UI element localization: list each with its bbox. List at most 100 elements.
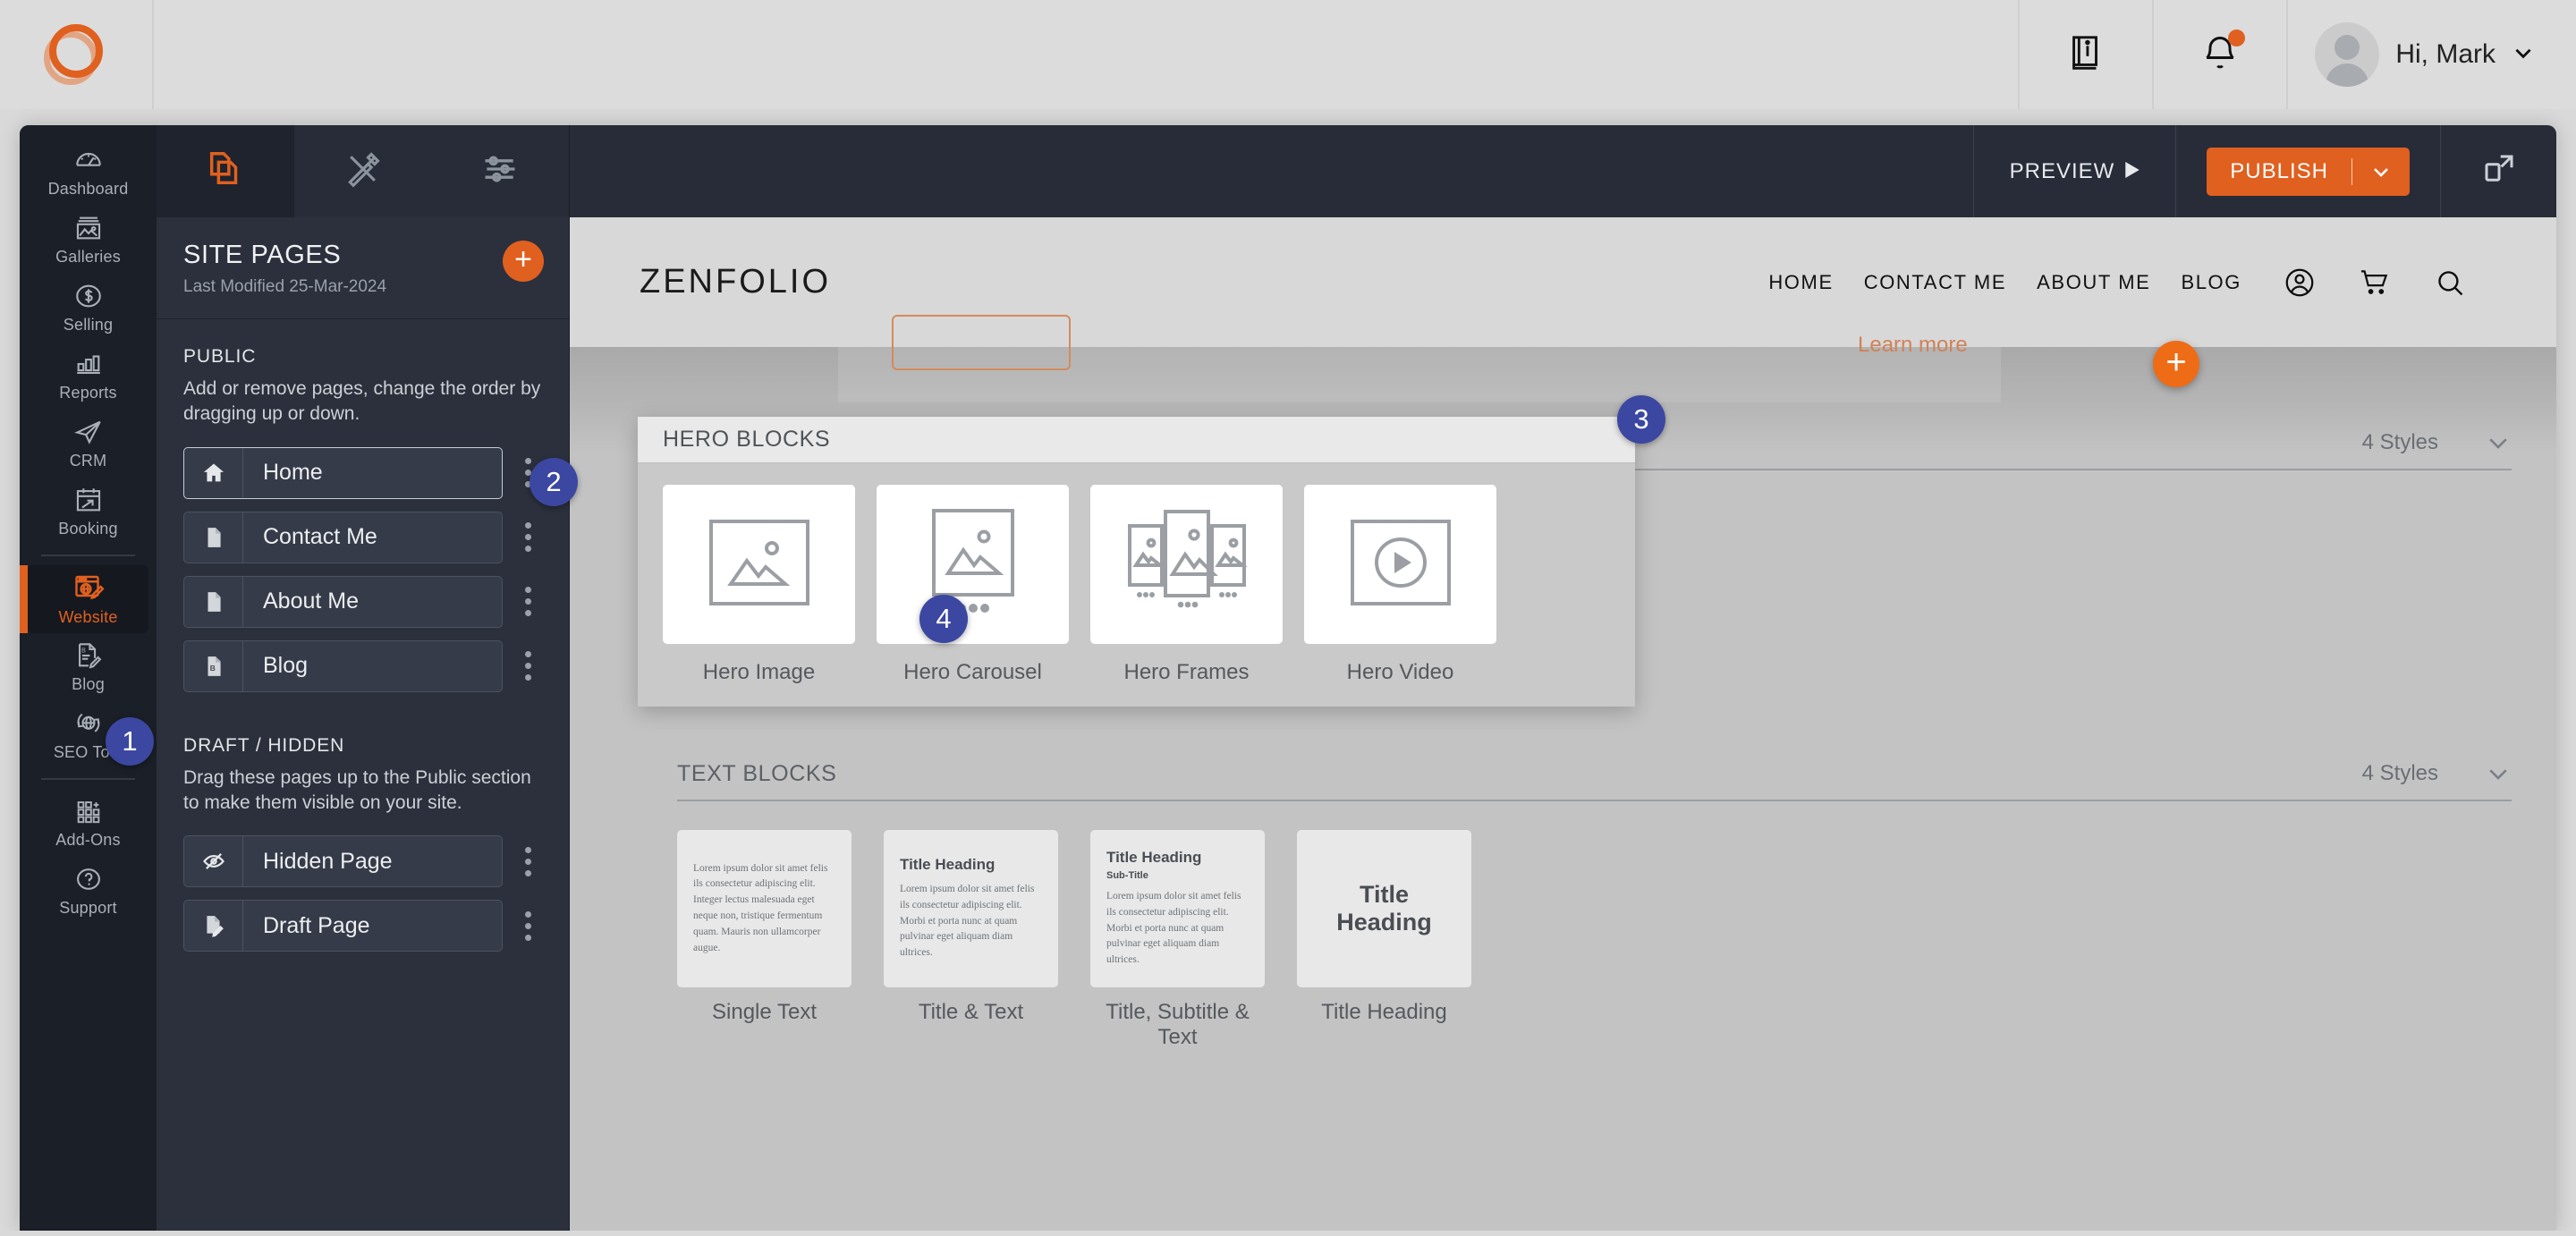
hero-blocks-title: HERO BLOCKS [663, 427, 831, 452]
publish-button[interactable]: PUBLISH [2207, 147, 2410, 196]
help-button[interactable] [2018, 0, 2152, 109]
list-item[interactable]: Home [157, 446, 569, 499]
title-heading-thumbnail[interactable]: Title Heading [1297, 830, 1471, 987]
svg-text:B: B [209, 664, 215, 673]
tab-design[interactable] [294, 125, 432, 217]
text-block-title-subtitle-text[interactable]: Title Heading Sub-Title Lorem ipsum dolo… [1090, 830, 1265, 1050]
page-label: Contact Me [263, 524, 377, 550]
site-nav-link-home[interactable]: HOME [1768, 271, 1833, 294]
chevron-down-icon[interactable] [2512, 41, 2535, 69]
hero-video-thumbnail[interactable] [1304, 485, 1496, 644]
site-logo[interactable]: ZENFOLIO [640, 263, 831, 301]
sidebar-item-label: Selling [63, 316, 114, 334]
cart-icon[interactable] [2358, 266, 2392, 300]
sidebar-item-blog[interactable]: B Blog [20, 633, 157, 701]
page-chip-blog[interactable]: B Blog [183, 639, 503, 692]
page-chip-home[interactable]: Home [183, 446, 503, 499]
site-nav-link-contact-me[interactable]: CONTACT ME [1864, 271, 2006, 294]
chevron-down-icon[interactable] [2352, 161, 2410, 182]
callout-badge-2: 2 [530, 458, 578, 506]
hero-block-hero-carousel[interactable]: Hero Carousel [877, 485, 1069, 685]
sidebar-item-crm[interactable]: CRM [20, 410, 157, 478]
hero-block-hero-frames[interactable]: Hero Frames [1090, 485, 1283, 685]
hero-frames-thumbnail[interactable] [1090, 485, 1283, 644]
kebab-menu-icon[interactable] [503, 651, 553, 681]
dollar-circle-icon [73, 281, 104, 311]
site-nav-link-about-me[interactable]: ABOUT ME [2037, 271, 2150, 294]
preview-body: Lorem ipsum dolor sit amet felis ils con… [900, 883, 1035, 959]
kebab-menu-icon[interactable] [503, 522, 553, 553]
tab-pages[interactable] [157, 125, 294, 217]
preview-button[interactable]: PREVIEW [1972, 125, 2176, 217]
sidebar-item-website[interactable]: Website [20, 565, 148, 633]
page-chip-draft-page[interactable]: Draft Page [183, 900, 503, 952]
list-item[interactable]: About Me [157, 575, 569, 628]
brand-logo-cell[interactable] [0, 0, 154, 109]
add-block-button[interactable]: + [2153, 341, 2199, 387]
hero-carousel-thumbnail[interactable] [877, 485, 1069, 644]
sidebar-item-booking[interactable]: Booking [20, 478, 157, 546]
page-pencil-icon [184, 901, 243, 952]
sidebar-item-galleries[interactable]: Galleries [20, 206, 157, 274]
sidebar-item-add-ons[interactable]: Add-Ons [20, 789, 157, 857]
preview-heading: Title Heading [900, 855, 996, 873]
expand-preview-button[interactable] [2440, 125, 2556, 217]
kebab-menu-icon[interactable] [503, 846, 553, 876]
sidebar-item-dashboard[interactable]: Dashboard [20, 138, 157, 206]
page-label: Home [263, 460, 323, 486]
sidebar-item-reports[interactable]: Reports [20, 342, 157, 410]
learn-more-link[interactable]: Learn more [1858, 333, 1968, 358]
rail-divider [41, 555, 135, 556]
bar-chart-icon [73, 349, 104, 379]
hero-cta-button[interactable] [892, 315, 1071, 370]
zenfolio-ring-logo [44, 24, 108, 85]
editor-toolbar: PREVIEW PUBLISH [570, 125, 2556, 217]
site-nav-link-blog[interactable]: BLOG [2181, 271, 2241, 294]
title-subtitle-text-thumbnail[interactable]: Title Heading Sub-Title Lorem ipsum dolo… [1090, 830, 1265, 987]
sidebar-item-label: Website [58, 608, 118, 626]
single-text-thumbnail[interactable]: Lorem ipsum dolor sit amet felis ils con… [677, 830, 852, 987]
site-preview-frame: ZENFOLIO HOME CONTACT ME ABOUT ME BLOG L… [570, 217, 2556, 1232]
page-label: Draft Page [263, 912, 370, 938]
notifications-button[interactable] [2152, 0, 2286, 109]
search-icon[interactable] [2433, 266, 2467, 300]
text-block-label: Single Text [712, 1000, 817, 1024]
page-icon [184, 576, 243, 627]
site-header: ZENFOLIO HOME CONTACT ME ABOUT ME BLOG [570, 217, 2556, 347]
text-block-single-text[interactable]: Lorem ipsum dolor sit amet felis ils con… [677, 830, 852, 1050]
blog-page-icon: B [184, 640, 243, 691]
kebab-menu-icon[interactable] [503, 910, 553, 941]
page-chip-hidden-page[interactable]: Hidden Page [183, 835, 503, 888]
chevron-down-icon[interactable] [2485, 760, 2512, 787]
list-item[interactable]: B Blog [157, 639, 569, 692]
pages-scroll-area[interactable]: PUBLIC Add or remove pages, change the o… [157, 319, 569, 1232]
account-icon[interactable] [2283, 266, 2317, 300]
page-chip-contact-me[interactable]: Contact Me [183, 511, 503, 563]
text-block-label: Title Heading [1321, 1000, 1447, 1024]
preview-subheading: Sub-Title [1106, 869, 1148, 881]
list-item[interactable]: Draft Page [157, 900, 569, 952]
list-item[interactable]: Hidden Page [157, 835, 569, 888]
text-block-title-and-text[interactable]: Title Heading Lorem ipsum dolor sit amet… [884, 830, 1058, 1050]
preview-heading: Title Heading [1106, 848, 1202, 866]
editor-canvas: PREVIEW PUBLISH ZENFOLIO HOME CONTACT ME… [570, 125, 2556, 1232]
hero-block-label: Hero Video [1346, 660, 1454, 684]
kebab-menu-icon[interactable] [503, 587, 553, 617]
sidebar-item-selling[interactable]: Selling [20, 274, 157, 342]
sidebar-item-support[interactable]: Support [20, 857, 157, 925]
header-spacer [154, 0, 2018, 109]
tab-settings[interactable] [431, 125, 569, 217]
section-title-public: PUBLIC [183, 346, 257, 367]
hero-block-hero-image[interactable]: Hero Image [663, 485, 855, 685]
hero-image-thumbnail[interactable] [663, 485, 855, 644]
user-menu[interactable]: Hi, Mark [2286, 0, 2576, 109]
list-item[interactable]: Contact Me [157, 511, 569, 563]
title-text-thumbnail[interactable]: Title Heading Lorem ipsum dolor sit amet… [884, 830, 1058, 987]
chevron-down-icon[interactable] [2485, 429, 2512, 456]
text-block-title-heading[interactable]: Title Heading Title Heading [1297, 830, 1471, 1050]
page-chip-about-me[interactable]: About Me [183, 575, 503, 628]
sidebar-item-label: Booking [58, 520, 118, 538]
single-image-icon [708, 516, 811, 614]
hero-block-hero-video[interactable]: Hero Video [1304, 485, 1496, 685]
add-page-button[interactable]: + [503, 241, 544, 282]
